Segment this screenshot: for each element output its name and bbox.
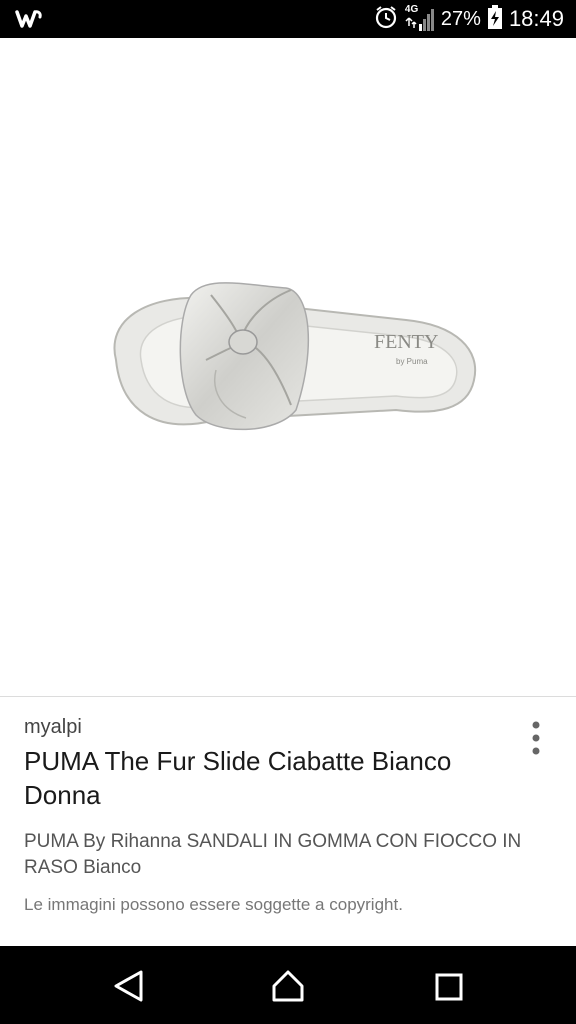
back-button[interactable]: [98, 960, 158, 1010]
status-bar: 4G 27% 18:49: [0, 0, 576, 38]
recents-square-icon: [435, 973, 463, 1001]
alarm-clock-icon: [373, 4, 399, 35]
fenty-logo-text: FENTY: [374, 331, 438, 353]
more-vert-icon: [532, 721, 540, 755]
result-title[interactable]: PUMA The Fur Slide Ciabatte Bianco Donna: [24, 744, 514, 812]
clock-time: 18:49: [508, 6, 564, 31]
back-triangle-icon: [114, 970, 143, 1002]
recents-button[interactable]: [418, 960, 478, 1010]
signal-4g-icon: 4G: [405, 4, 435, 34]
more-options-button[interactable]: [522, 716, 550, 760]
battery-percent: 27%: [440, 7, 481, 30]
navigation-bar: [0, 946, 576, 1024]
brand-sub-text: by Puma: [396, 357, 428, 366]
source-name[interactable]: myalpi: [24, 716, 82, 739]
home-icon: [272, 970, 304, 1002]
result-description: PUMA By Rihanna SANDALI IN GOMMA CON FIO…: [24, 831, 522, 878]
home-button[interactable]: [258, 960, 318, 1010]
wish-logo-icon: [14, 4, 44, 39]
product-image[interactable]: FENTY by Puma: [96, 240, 486, 460]
copyright-notice: Le immagini possono essere soggette a co…: [24, 895, 403, 914]
battery-charging-icon: [487, 4, 503, 35]
